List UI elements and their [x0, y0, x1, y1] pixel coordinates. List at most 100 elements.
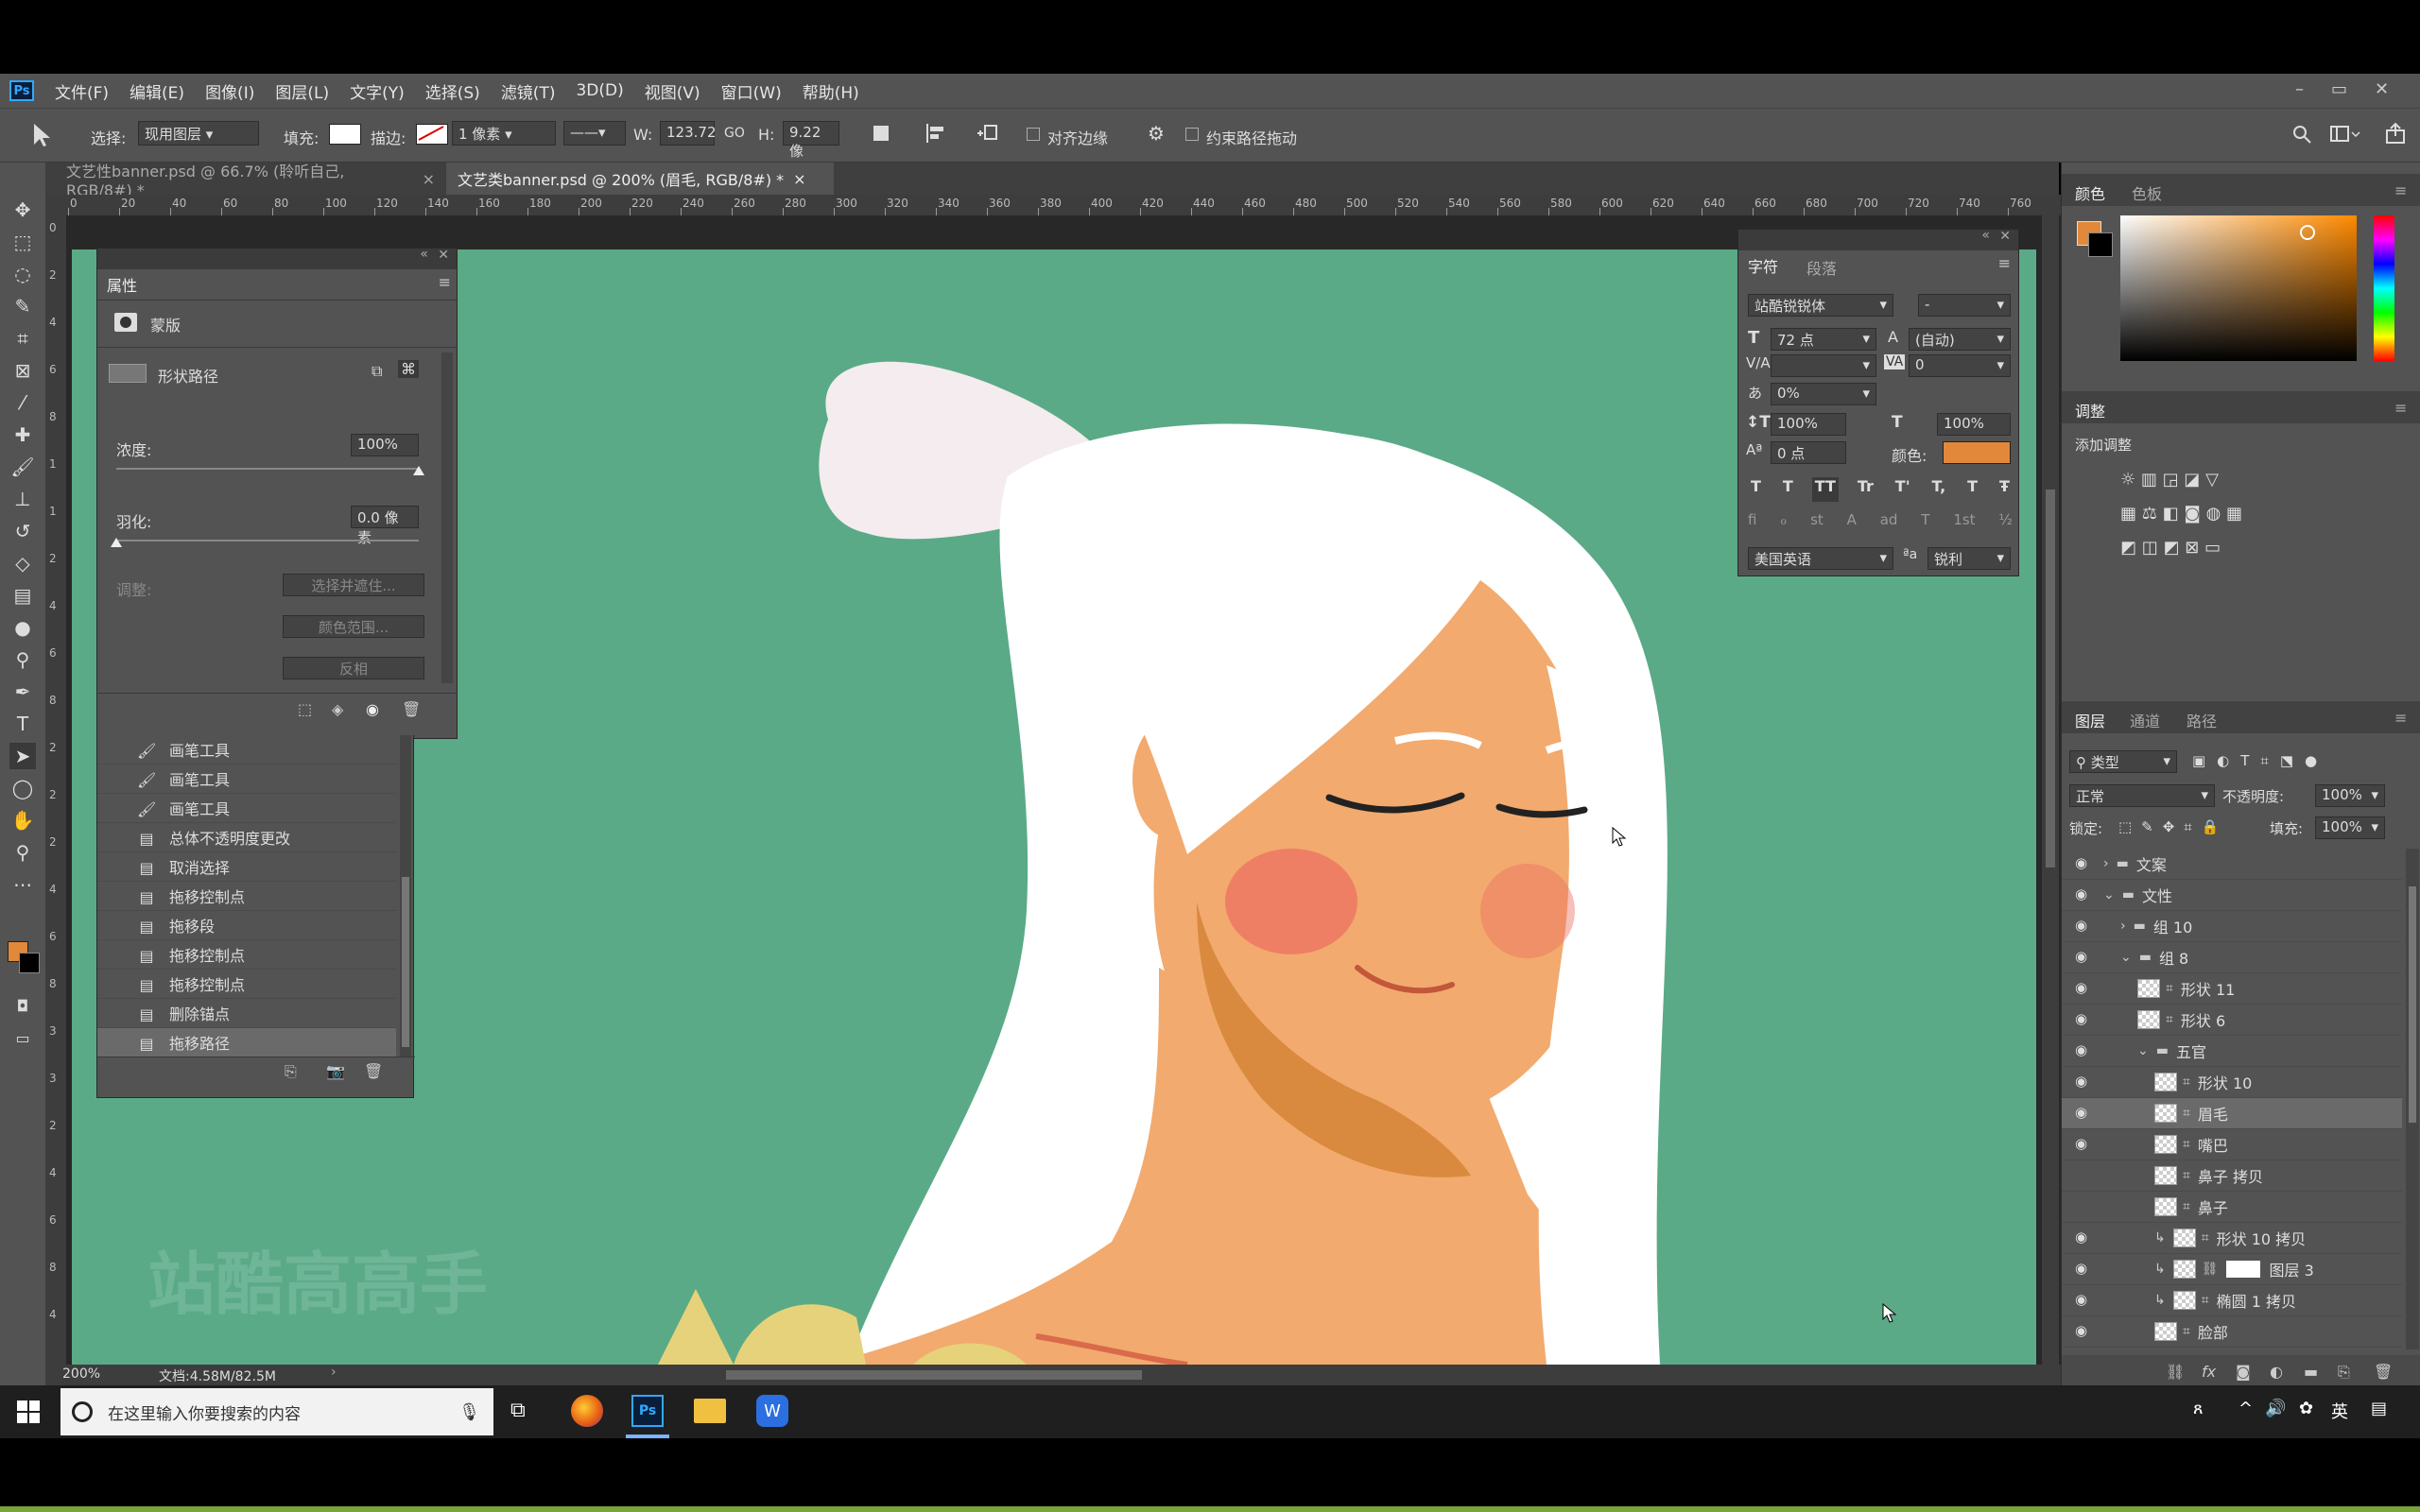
tab-color[interactable]: 颜色	[2075, 181, 2105, 204]
eye-icon[interactable]	[2075, 1166, 2094, 1185]
minimize-icon[interactable]: –	[2295, 79, 2304, 99]
density-slider-thumb[interactable]	[413, 466, 424, 475]
gear-icon[interactable]: ⚙	[1148, 122, 1165, 145]
vertical-scale-field[interactable]: 100%	[1771, 413, 1846, 436]
microphone-icon[interactable]: 🎙	[458, 1402, 480, 1422]
history-state[interactable]: ▤ 拖移控制点	[97, 940, 396, 970]
text-style-button[interactable]: Ŧ	[1996, 477, 2013, 502]
photoshop-taskbar-icon[interactable]: Ps	[631, 1395, 664, 1427]
eye-icon[interactable]: ◉	[2075, 1260, 2094, 1279]
layers-scrollbar[interactable]	[2406, 849, 2419, 1349]
status-arrow-icon[interactable]: ›	[331, 1365, 337, 1380]
vertical-scrollbar[interactable]	[2042, 215, 2059, 1365]
link-icon[interactable]: GO	[724, 126, 745, 141]
history-state[interactable]: 🖌 画笔工具	[97, 765, 396, 794]
quick-mask-icon[interactable]: ◘	[9, 992, 36, 1019]
search-icon[interactable]	[2291, 124, 2312, 145]
layer-row[interactable]: ◉ › ▬ 组 10	[2062, 911, 2402, 942]
lasso-tool-icon[interactable]: ◌	[9, 261, 36, 287]
tray-expand-icon[interactable]: ^	[2238, 1399, 2253, 1418]
opentype-feature-button[interactable]: ad	[1880, 511, 1898, 536]
invert-icon[interactable]: ◩	[2120, 538, 2136, 558]
eye-icon[interactable]: ◉	[2075, 885, 2094, 904]
height-field[interactable]: 9.22 像	[783, 121, 839, 160]
character-panel-header[interactable]: « ✕	[1738, 228, 2018, 250]
history-state[interactable]: 🖌 画笔工具	[97, 735, 396, 765]
zoom-level[interactable]: 200%	[62, 1366, 100, 1382]
text-style-button[interactable]: T'	[1893, 477, 1913, 502]
layer-row[interactable]: ◉ ⌗ 眉毛	[2062, 1098, 2402, 1129]
eye-icon[interactable]: ◉	[2075, 1104, 2094, 1123]
lock-icons[interactable]: ⬚✎✥⌗🔒	[2118, 818, 2228, 835]
layer-row[interactable]: ◉ ↳ ⛓ 图层 3	[2062, 1254, 2402, 1285]
eye-icon[interactable]: ◉	[2075, 1322, 2094, 1341]
text-style-button[interactable]: T	[1780, 477, 1796, 502]
opacity-field[interactable]: 100% ▾	[2315, 784, 2385, 807]
eye-icon[interactable]: ◉	[2075, 1073, 2094, 1091]
tab-adjustments[interactable]: 调整	[2075, 399, 2105, 421]
channel-mixer-icon[interactable]: ◍	[2206, 504, 2221, 524]
color-field[interactable]	[2120, 215, 2357, 361]
eraser-tool-icon[interactable]: ◇	[9, 550, 36, 576]
menu-window[interactable]: 窗口(W)	[721, 79, 782, 103]
layer-row[interactable]: ◉ ↳ ⌗ 椭圆 1 拷贝	[2062, 1285, 2402, 1316]
panel-menu-icon[interactable]: ≡	[2394, 709, 2407, 727]
tab-properties[interactable]: 属性	[97, 269, 182, 300]
horizontal-scale-field[interactable]: 100%	[1937, 413, 2011, 436]
tsume-field[interactable]: 0% ▾	[1771, 383, 1876, 405]
collapse-icon[interactable]: «	[420, 247, 428, 262]
opentype-feature-button[interactable]: T	[1921, 511, 1929, 536]
load-selection-icon[interactable]: ⬚	[298, 700, 312, 718]
browser-w-icon[interactable]: W	[756, 1395, 788, 1427]
text-style-button[interactable]: Tr	[1855, 477, 1876, 502]
task-view-icon[interactable]: ⧉	[510, 1399, 526, 1422]
eye-icon[interactable]: ◉	[2075, 979, 2094, 998]
add-mask-icon[interactable]: ◙	[2236, 1363, 2251, 1381]
path-alignment-icon[interactable]	[925, 122, 947, 145]
close-icon[interactable]: ✕	[438, 248, 449, 263]
opentype-feature-button[interactable]: fi	[1748, 511, 1756, 536]
leading-field[interactable]: (自动) ▾	[1909, 328, 2011, 351]
gradient-map-icon[interactable]: ▭	[2204, 538, 2221, 558]
file-explorer-icon[interactable]	[694, 1399, 726, 1423]
history-state[interactable]: ▤ 取消选择	[97, 852, 396, 882]
layer-row[interactable]: ◉ ⌗ 形状 11	[2062, 973, 2402, 1005]
chevron-right-icon[interactable]: ›	[2103, 856, 2109, 871]
background-color-swatch[interactable]	[19, 953, 40, 973]
link-layers-icon[interactable]: ⛓	[2166, 1363, 2185, 1381]
layer-filter-icons[interactable]: ▣◐T⌗⬔●	[2192, 752, 2381, 773]
opentype-feature-button[interactable]: 1st	[1953, 511, 1975, 536]
black-white-icon[interactable]: ◧	[2163, 504, 2179, 524]
stamp-tool-icon[interactable]: ⊥	[9, 486, 36, 512]
layer-row[interactable]: ⌗ 鼻子 拷贝	[2062, 1160, 2402, 1192]
menu-3d[interactable]: 3D(D)	[576, 81, 623, 100]
text-color-swatch[interactable]	[1943, 441, 2011, 464]
taskbar-search-box[interactable]: 在这里输入你要搜索的内容 🎙	[60, 1388, 493, 1435]
opentype-feature-button[interactable]: A	[1847, 511, 1857, 536]
panel-menu-icon[interactable]: ≡	[2394, 399, 2407, 417]
layer-row[interactable]: ◉ ⌗ 脸部	[2062, 1316, 2402, 1348]
language-indicator[interactable]: 英	[2331, 1399, 2348, 1423]
hue-saturation-icon[interactable]: ▦	[2120, 504, 2136, 524]
camera-icon[interactable]: 📷	[326, 1062, 345, 1080]
firefox-icon[interactable]	[571, 1395, 603, 1427]
levels-icon[interactable]: ▥	[2141, 470, 2157, 490]
layer-row[interactable]: ◉ ↳ ⌗ 形状 10 拷贝	[2062, 1223, 2402, 1254]
path-arrangement-icon[interactable]	[976, 122, 1000, 145]
path-selection-tool-icon[interactable]	[28, 122, 57, 148]
panel-menu-icon[interactable]: ≡	[1998, 254, 2011, 272]
panel-menu-icon[interactable]: ≡	[2394, 181, 2407, 199]
posterize-icon[interactable]: ◫	[2142, 538, 2158, 558]
eye-icon[interactable]: ◉	[2075, 948, 2094, 967]
history-state[interactable]: 🖌 画笔工具	[97, 794, 396, 823]
move-tool-icon[interactable]: ✥	[9, 197, 36, 223]
tab-close-icon[interactable]: ×	[423, 170, 435, 188]
opentype-feature-button[interactable]: ℴ	[1780, 511, 1787, 536]
type-tool-icon[interactable]: T	[9, 711, 36, 737]
new-group-icon[interactable]: ▬	[2304, 1363, 2318, 1381]
curves-icon[interactable]: ◲	[2163, 470, 2179, 490]
stroke-type-dropdown[interactable]: ——▾	[563, 121, 626, 146]
menu-file[interactable]: 文件(F)	[55, 79, 109, 103]
tab-swatches[interactable]: 色板	[2132, 181, 2162, 204]
menu-help[interactable]: 帮助(H)	[803, 79, 859, 103]
